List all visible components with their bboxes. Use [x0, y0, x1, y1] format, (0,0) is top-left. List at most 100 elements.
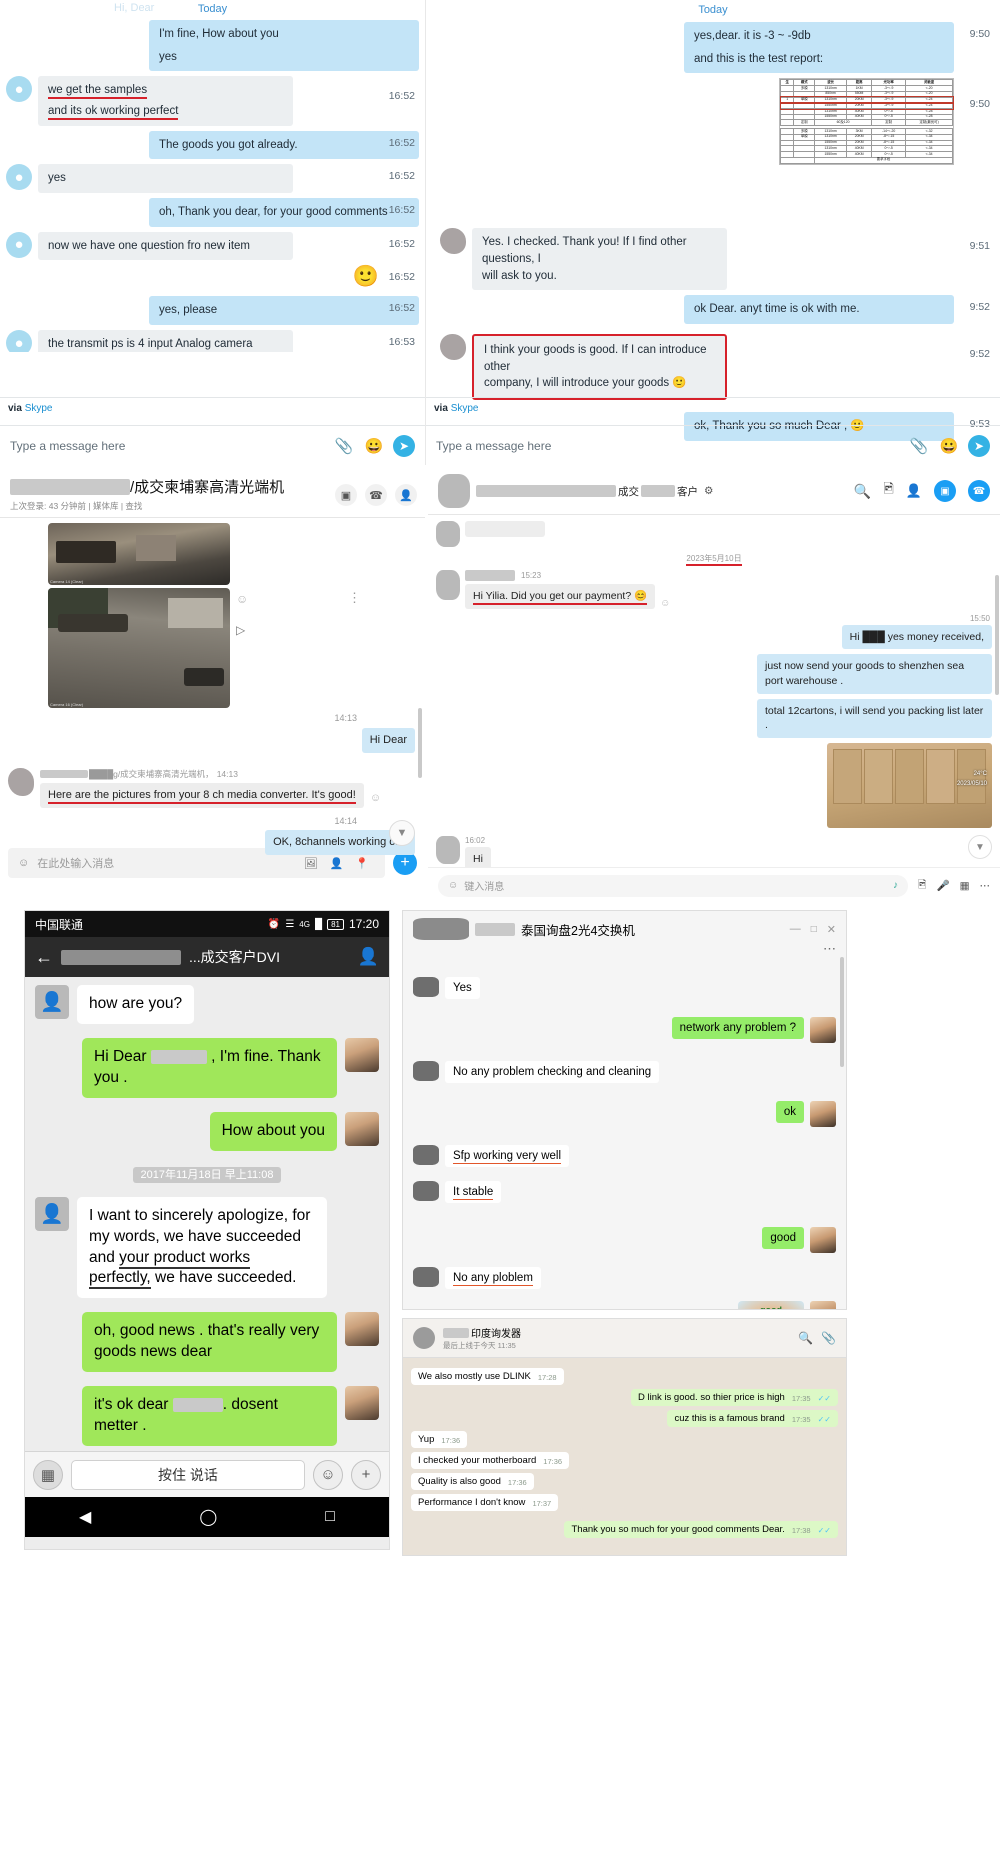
video-call-icon[interactable]: ▣ — [934, 480, 956, 502]
cartons-photo[interactable]: 24°C 2023/05/10 — [827, 743, 992, 829]
message-bubble-in[interactable]: Here are the pictures from your 8 ch med… — [40, 783, 364, 809]
message-bubble-out[interactable]: I'm fine, How about you yes — [149, 20, 419, 72]
message-bubble-out[interactable]: ok — [775, 1101, 804, 1123]
cctv-indoor-photo[interactable]: Camera 14 (Clear) — [48, 523, 230, 585]
emoji-react-icon[interactable]: ☺ — [236, 592, 248, 606]
plus-icon[interactable]: + — [351, 1459, 381, 1490]
message-bubble-in[interactable]: Performance I don't know 17:37 — [411, 1494, 559, 1511]
send-icon[interactable]: ➤ — [393, 434, 415, 457]
message-bubble-out[interactable]: Hi ███ yes money received, — [841, 624, 992, 650]
location-icon[interactable]: 📍 — [355, 857, 369, 870]
forward-icon[interactable]: ▷ — [236, 623, 245, 637]
message-bubble-in[interactable]: I checked your motherboard 17:36 — [411, 1452, 570, 1469]
message-bubble-in[interactable]: the transmit ps is 4 input Analog camera — [38, 330, 293, 353]
chevron-down-icon[interactable]: ▼ — [968, 835, 992, 859]
home-circle-icon[interactable]: ◯ — [199, 1507, 217, 1527]
message-bubble-out[interactable]: How about you — [209, 1111, 337, 1151]
message-bubble-out[interactable]: oh, good news . that's really very goods… — [82, 1312, 337, 1373]
add-person-icon[interactable]: 👤 — [906, 483, 922, 499]
emoji-react-icon[interactable]: ☺ — [660, 598, 670, 609]
message-input[interactable]: Type a message here — [10, 439, 325, 453]
message-bubble-out[interactable]: yes,dear. it is -3 ~ -9db and this is th… — [684, 22, 954, 74]
person-icon[interactable]: 👤 — [358, 947, 379, 967]
via-app-name[interactable]: Skype — [451, 403, 479, 414]
message-bubble-in[interactable]: Sfp working very well — [445, 1145, 570, 1167]
message-bubble-out[interactable]: Hi Dear — [361, 728, 415, 754]
gear-icon[interactable]: ⚙ — [704, 485, 713, 497]
voice-call-icon[interactable]: ☎ — [968, 480, 990, 502]
emoji-icon[interactable]: 😀 — [363, 435, 385, 457]
emoji-icon[interactable]: ☺ — [18, 857, 29, 869]
back-triangle-icon[interactable]: ◀ — [79, 1507, 91, 1527]
back-arrow-icon[interactable]: ← — [35, 947, 53, 968]
message-bubble-in[interactable]: we get the samples and its ok working pe… — [38, 76, 293, 126]
scrollbar[interactable] — [418, 708, 422, 778]
image-icon[interactable]: 🖻 — [918, 877, 926, 895]
message-bubble-out[interactable]: total 12cartons, i will send you packing… — [757, 698, 992, 739]
message-bubble-in[interactable]: No any problem checking and cleaning — [445, 1061, 660, 1083]
maximize-icon[interactable]: □ — [811, 924, 817, 935]
baby-good-sticker[interactable]: good — [738, 1301, 804, 1309]
card-icon[interactable]: ▦ — [960, 880, 970, 892]
add-person-icon[interactable]: 👤 — [395, 484, 417, 506]
message-bubble-out[interactable]: Hi Dear , I'm fine. Thank you . — [82, 1037, 337, 1098]
message-input[interactable]: Type a message here — [436, 439, 900, 453]
message-bubble-in[interactable]: now we have one question fro new item — [38, 231, 293, 261]
message-bubble-out[interactable]: cuz this is a famous brand 17:35 ✓✓ — [667, 1410, 838, 1427]
message-input[interactable]: ☺ 键入消息 ♪ — [438, 874, 909, 897]
chevron-down-icon[interactable]: ▼ — [389, 820, 415, 846]
emoji-icon[interactable]: 😀 — [938, 435, 960, 457]
emoji-icon[interactable]: ☺ — [448, 880, 458, 891]
message-bubble-out[interactable]: The goods you got already. — [149, 130, 419, 160]
message-bubble-out[interactable]: yes, please — [149, 296, 419, 326]
emoji-icon[interactable]: ☺ — [313, 1459, 343, 1490]
search-icon[interactable]: 🔍 — [854, 483, 871, 500]
message-bubble-in[interactable] — [465, 521, 545, 537]
voice-call-icon[interactable]: ☎ — [365, 484, 387, 506]
message-bubble-out[interactable]: D link is good. so thier price is high 1… — [631, 1389, 838, 1406]
message-bubble-in[interactable]: yes — [38, 164, 293, 194]
message-bubble-in[interactable]: Yes. I checked. Thank you! If I find oth… — [472, 228, 727, 291]
video-call-icon[interactable]: ▣ — [335, 484, 357, 506]
keyboard-icon[interactable]: ▦ — [33, 1459, 63, 1490]
message-bubble-in[interactable]: how are you? — [77, 985, 195, 1024]
message-bubble-out[interactable]: it's ok dear . dosent metter . — [82, 1386, 337, 1447]
test-report-image[interactable]: 生 模式 波长 距离 光功率 灵敏度 多模 1310nm 1KM -3～-9 <… — [779, 78, 954, 165]
message-bubble-in[interactable]: I want to sincerely apologize, for my wo… — [77, 1196, 327, 1299]
attach-icon[interactable]: 📎 — [333, 435, 355, 457]
card-icon[interactable]: 👤 — [330, 857, 344, 870]
minimize-icon[interactable]: — — [790, 923, 801, 935]
message-bubble-out[interactable]: just now send your goods to shenzhen sea… — [757, 654, 992, 694]
message-bubble-in[interactable]: Yes — [445, 977, 480, 999]
message-bubble-in[interactable]: I think your goods is good. If I can int… — [472, 334, 727, 401]
emoji-react-icon[interactable]: ☺ — [370, 792, 381, 804]
message-bubble-out[interactable]: oh, Thank you dear, for your good commen… — [149, 198, 419, 227]
message-bubble-out[interactable]: Thank you so much for your good comments… — [564, 1521, 838, 1538]
via-app-name[interactable]: Skype — [25, 403, 53, 414]
mic-icon[interactable]: 🎤 — [937, 879, 950, 892]
message-bubble-in[interactable]: Hi Yilia. Did you get our payment? 😊 — [465, 584, 656, 609]
image-icon[interactable]: 🖼 — [304, 857, 318, 870]
message-bubble-in[interactable]: Yup 17:36 — [411, 1431, 468, 1448]
message-bubble-out[interactable]: good — [762, 1227, 804, 1249]
recents-square-icon[interactable]: □ — [325, 1508, 335, 1526]
cctv-street-photo[interactable]: Camera 16 (Clear) — [48, 588, 230, 708]
message-bubble-in[interactable]: Hi — [465, 847, 491, 867]
message-bubble-in[interactable]: We also mostly use DLINK 17:28 — [411, 1368, 564, 1385]
message-bubble-out[interactable]: ok Dear. anyt time is ok with me. — [684, 295, 954, 325]
attach-icon[interactable]: 📎 — [821, 1331, 836, 1345]
message-bubble-out[interactable]: network any problem ? — [671, 1017, 804, 1039]
search-icon[interactable]: 🔍 — [798, 1331, 813, 1345]
send-icon[interactable]: ➤ — [968, 434, 990, 457]
voice-icon[interactable]: ♪ — [893, 880, 898, 891]
image-icon[interactable]: 🖻 — [883, 480, 893, 502]
message-bubble-in[interactable]: No any ploblem — [445, 1267, 541, 1289]
scrollbar[interactable] — [840, 957, 844, 1067]
more-icon[interactable]: ⋯ — [980, 880, 991, 892]
scrollbar[interactable] — [995, 575, 999, 695]
more-icon[interactable]: ⋮ — [348, 590, 361, 606]
message-bubble-in[interactable]: Quality is also good 17:36 — [411, 1473, 534, 1490]
message-bubble-in[interactable]: It stable — [445, 1181, 502, 1203]
close-icon[interactable]: ✕ — [827, 923, 836, 936]
attach-icon[interactable]: 📎 — [908, 435, 930, 457]
